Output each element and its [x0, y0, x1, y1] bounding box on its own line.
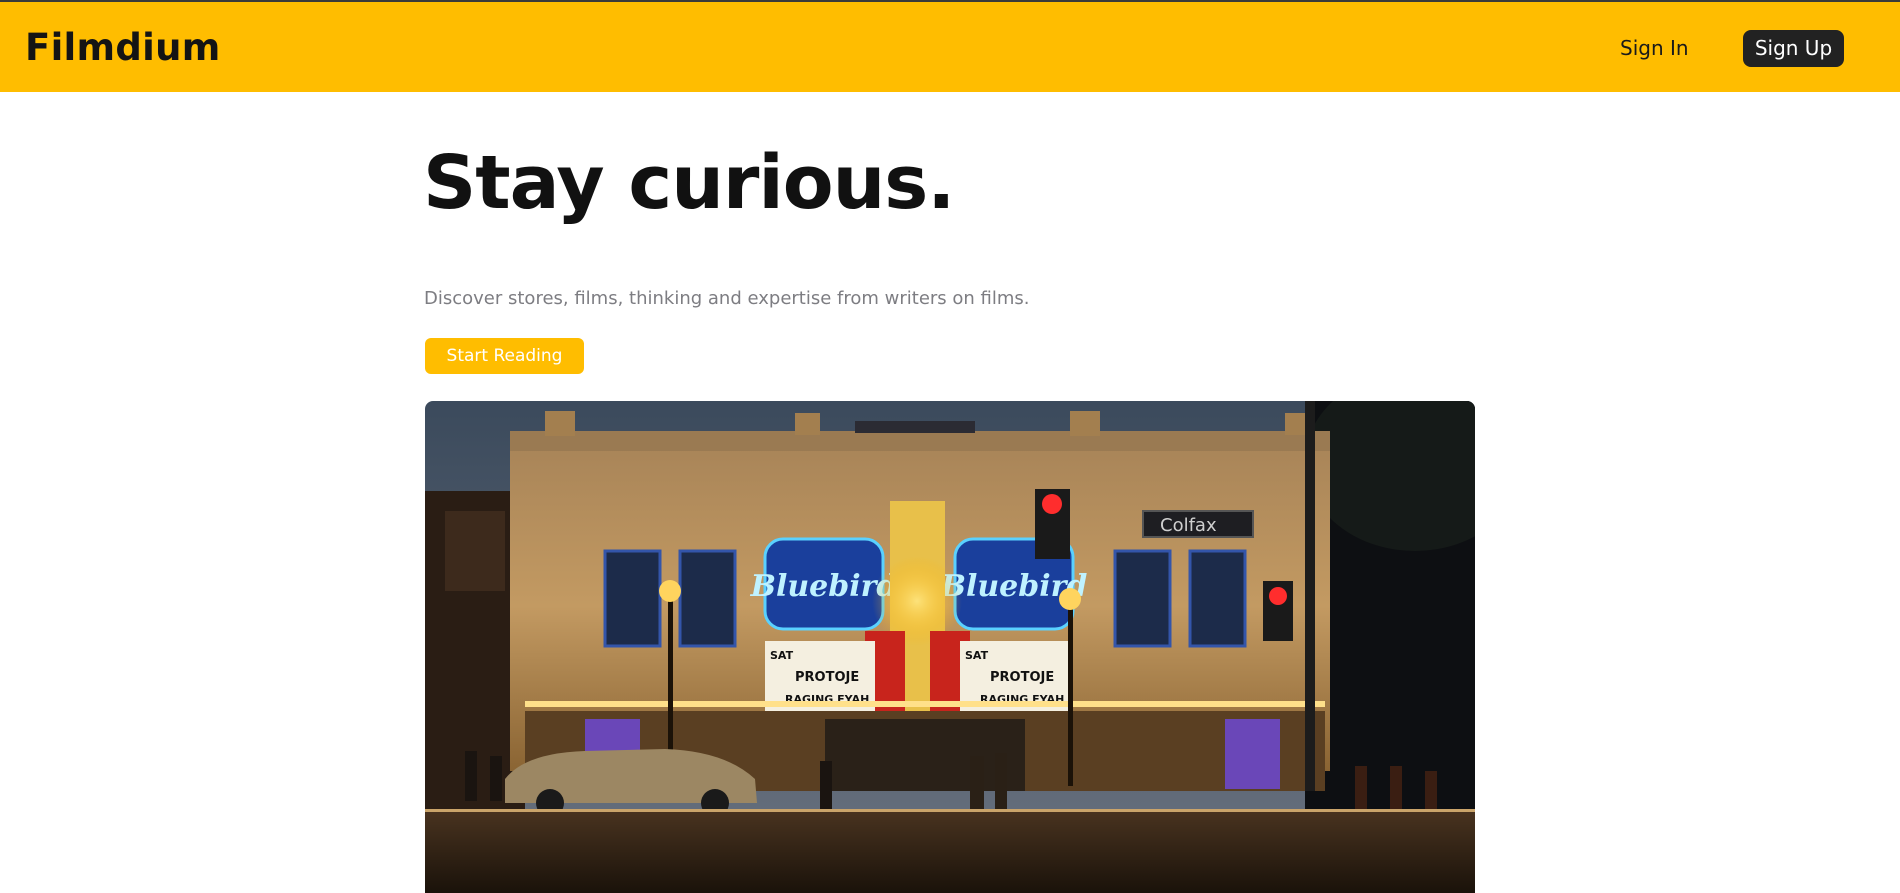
marquee-line: PROTOJE [990, 670, 1054, 685]
street-sign: Colfax [1160, 515, 1217, 536]
hero-image: Bluebird Bluebird SAT PROTOJE RAGING FYA… [425, 401, 1475, 893]
start-reading-button[interactable]: Start Reading [425, 338, 584, 374]
sign-up-button[interactable]: Sign Up [1743, 30, 1844, 67]
theater-photo-illustration: Bluebird Bluebird SAT PROTOJE RAGING FYA… [425, 401, 1475, 893]
sign-in-link[interactable]: Sign In [1620, 36, 1689, 60]
hero-title: Stay curious. [423, 140, 955, 226]
brand-logo[interactable]: Filmdium [25, 26, 221, 69]
marquee-line: SAT [770, 649, 794, 662]
marquee-line: PROTOJE [795, 670, 859, 685]
top-navbar: Filmdium Sign In Sign Up [0, 0, 1900, 92]
marquee-line: SAT [965, 649, 989, 662]
hero-subtitle: Discover stores, films, thinking and exp… [424, 288, 1030, 309]
